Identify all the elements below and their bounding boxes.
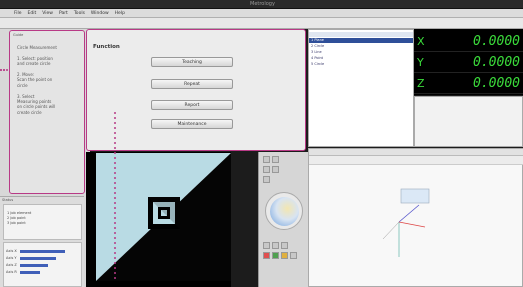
tool-icon[interactable] [272, 242, 279, 249]
panel-header [309, 149, 523, 156]
function-title: Function [93, 44, 120, 50]
guide-line: create circle [17, 109, 42, 115]
menu-file[interactable]: File [14, 9, 22, 17]
guide-line: circle [17, 82, 28, 88]
axis-bar-row: Axis R [4, 269, 81, 276]
maintenance-button[interactable]: Maintenance [151, 119, 233, 129]
ring-light-control[interactable] [265, 192, 303, 230]
table-row[interactable]: 4 Point [311, 56, 323, 60]
element-table: 1 Plane 2 Circle 3 Line 4 Point 5 Circle [308, 29, 414, 147]
tool-icon[interactable] [263, 156, 270, 163]
3d-view-panel [308, 148, 523, 287]
dro-axis-value: 0.0000 [473, 34, 520, 49]
title-bar: Metrology [0, 0, 523, 9]
status-header: Status [2, 198, 14, 202]
guide-line: Circle Measurement [17, 45, 57, 50]
menu-view[interactable]: View [42, 9, 53, 17]
axis-bar-label: Axis Y [6, 256, 17, 260]
axis-bar-label: Axis R [6, 270, 17, 274]
illumination-tools [258, 152, 308, 287]
function-panel: Function Teaching Repeat Report Maintena… [86, 29, 306, 151]
axis-bar-row: Axis X [4, 248, 81, 255]
dro-row: Z 0.0000 [414, 73, 523, 94]
teaching-button[interactable]: Teaching [151, 57, 233, 67]
list-item[interactable]: 3 Job point [4, 221, 81, 226]
guide-header: Guide [13, 33, 24, 37]
dro-row: Y 0.0000 [414, 52, 523, 73]
menu-help[interactable]: Help [115, 9, 125, 17]
table-row[interactable]: 3 Line [311, 50, 322, 54]
play-icon[interactable] [272, 252, 279, 259]
dro-axis-label: X [417, 35, 425, 48]
status-panel: Status 1 Job element 2 Job point 3 Job p… [0, 196, 84, 287]
axis-bars: Axis X Axis Y Axis Z Axis R [3, 242, 82, 287]
dro-row: X 0.0000 [414, 31, 523, 52]
camera-feed-graphic [96, 153, 231, 281]
menu-tools[interactable]: Tools [74, 9, 85, 17]
tool-icon[interactable] [263, 166, 270, 173]
axis-bar-label: Axis Z [6, 263, 17, 267]
report-button[interactable]: Report [151, 100, 233, 110]
tool-icon[interactable] [281, 242, 288, 249]
repeat-button[interactable]: Repeat [151, 79, 233, 89]
axis-bar-fill [20, 250, 65, 253]
guide-panel: Guide Circle Measurement 1. Select: posit… [9, 30, 85, 194]
camera-image[interactable] [96, 153, 231, 281]
info-panel [414, 96, 523, 147]
tool-icon[interactable] [263, 176, 270, 183]
dro-axis-label: Z [417, 77, 425, 90]
dro-display: X 0.0000 Y 0.0000 Z 0.0000 [414, 29, 523, 95]
view-toolbar [309, 156, 523, 165]
tool-icon[interactable] [272, 156, 279, 163]
tool-icon[interactable] [272, 166, 279, 173]
dro-axis-value: 0.0000 [473, 76, 520, 91]
dro-axis-value: 0.0000 [473, 55, 520, 70]
record-icon[interactable] [263, 252, 270, 259]
toolbar [0, 18, 523, 29]
3d-axes-graphic [382, 188, 430, 257]
axis-bar-row: Axis Y [4, 255, 81, 262]
light-icon[interactable] [281, 252, 288, 259]
axis-bar-row: Axis Z [4, 262, 81, 269]
ring-light-icon [270, 197, 299, 226]
tool-icon[interactable] [263, 242, 270, 249]
table-row[interactable]: 5 Circle [311, 62, 324, 66]
guide-line: and create circle [17, 61, 51, 67]
menu-window[interactable]: Window [91, 9, 109, 17]
menu-bar: File Edit View Part Tools Window Help [0, 9, 523, 18]
dro-axis-label: Y [417, 56, 424, 69]
job-list: 1 Job element 2 Job point 3 Job point [3, 204, 82, 240]
axis-bar-fill [20, 264, 48, 267]
window-title: Metrology [250, 1, 275, 7]
table-row[interactable]: 1 Plane [311, 38, 324, 42]
menu-part[interactable]: Part [59, 9, 68, 17]
menu-edit[interactable]: Edit [28, 9, 37, 17]
axis-bar-fill [20, 257, 57, 260]
table-row[interactable]: 2 Circle [311, 44, 324, 48]
tool-icon[interactable] [290, 252, 297, 259]
table-header [309, 32, 413, 37]
axis-bar-label: Axis X [6, 249, 17, 253]
axis-bar-fill [20, 271, 40, 274]
selected-row-highlight [309, 38, 413, 43]
